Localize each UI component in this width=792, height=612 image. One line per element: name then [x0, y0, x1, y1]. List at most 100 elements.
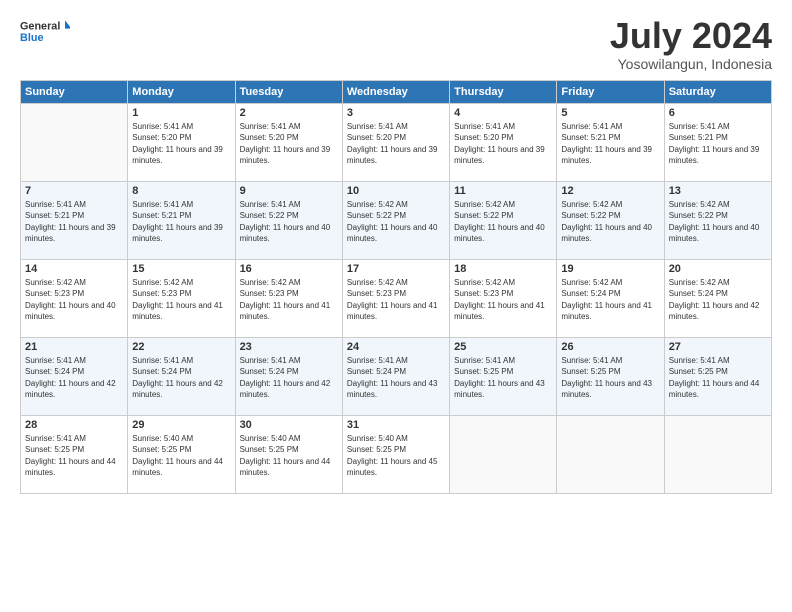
- day-number: 16: [240, 263, 338, 275]
- day-detail: Sunrise: 5:40 AMSunset: 5:25 PMDaylight:…: [347, 433, 445, 479]
- day-number: 13: [669, 185, 767, 197]
- calendar-week-5: 28 Sunrise: 5:41 AMSunset: 5:25 PMDayligh…: [21, 415, 772, 493]
- calendar-cell: 30Sunrise: 5:40 AMSunset: 5:25 PMDayligh…: [235, 415, 342, 493]
- header: General Blue July 2024 Yosowilangun, Ind…: [20, 16, 772, 72]
- calendar-cell: 28 Sunrise: 5:41 AMSunset: 5:25 PMDayligh…: [21, 415, 128, 493]
- day-number: 20: [669, 263, 767, 275]
- day-number: 12: [561, 185, 659, 197]
- day-number: 7: [25, 185, 123, 197]
- day-detail: Sunrise: 5:42 AMSunset: 5:24 PMDaylight:…: [669, 277, 767, 323]
- day-detail: Sunrise: 5:41 AMSunset: 5:25 PMDaylight:…: [25, 433, 123, 479]
- day-number: 22: [132, 341, 230, 353]
- day-number: 1: [132, 107, 230, 119]
- calendar-cell: [664, 415, 771, 493]
- day-detail: Sunrise: 5:41 AMSunset: 5:25 PMDaylight:…: [669, 355, 767, 401]
- calendar-cell: 9 Sunrise: 5:41 AMSunset: 5:22 PMDaylight…: [235, 181, 342, 259]
- calendar-week-2: 7 Sunrise: 5:41 AMSunset: 5:21 PMDaylight…: [21, 181, 772, 259]
- day-detail: Sunrise: 5:41 AMSunset: 5:20 PMDaylight:…: [347, 121, 445, 167]
- day-number: 14: [25, 263, 123, 275]
- calendar-cell: 20 Sunrise: 5:42 AMSunset: 5:24 PMDayligh…: [664, 259, 771, 337]
- day-detail: Sunrise: 5:40 AMSunset: 5:25 PMDaylight:…: [132, 433, 230, 479]
- day-detail: Sunrise: 5:41 AMSunset: 5:21 PMDaylight:…: [561, 121, 659, 167]
- calendar-cell: 1 Sunrise: 5:41 AMSunset: 5:20 PMDaylight…: [128, 103, 235, 181]
- day-detail: Sunrise: 5:41 AMSunset: 5:20 PMDaylight:…: [240, 121, 338, 167]
- day-number: 31: [347, 419, 445, 431]
- calendar-cell: 8Sunrise: 5:41 AMSunset: 5:21 PMDaylight…: [128, 181, 235, 259]
- day-detail: Sunrise: 5:41 AMSunset: 5:24 PMDaylight:…: [25, 355, 123, 401]
- day-detail: Sunrise: 5:42 AMSunset: 5:23 PMDaylight:…: [132, 277, 230, 323]
- calendar-cell: 22Sunrise: 5:41 AMSunset: 5:24 PMDayligh…: [128, 337, 235, 415]
- calendar-cell: 11 Sunrise: 5:42 AMSunset: 5:22 PMDayligh…: [450, 181, 557, 259]
- day-detail: Sunrise: 5:41 AMSunset: 5:20 PMDaylight:…: [132, 121, 230, 167]
- calendar-cell: 10Sunrise: 5:42 AMSunset: 5:22 PMDayligh…: [342, 181, 449, 259]
- day-detail: Sunrise: 5:42 AMSunset: 5:22 PMDaylight:…: [454, 199, 552, 245]
- day-detail: Sunrise: 5:42 AMSunset: 5:22 PMDaylight:…: [561, 199, 659, 245]
- day-number: 23: [240, 341, 338, 353]
- calendar-cell: 18 Sunrise: 5:42 AMSunset: 5:23 PMDayligh…: [450, 259, 557, 337]
- day-number: 21: [25, 341, 123, 353]
- calendar-table: Sunday Monday Tuesday Wednesday Thursday…: [20, 80, 772, 494]
- calendar-cell: 17 Sunrise: 5:42 AMSunset: 5:23 PMDayligh…: [342, 259, 449, 337]
- day-detail: Sunrise: 5:41 AMSunset: 5:20 PMDaylight:…: [454, 121, 552, 167]
- calendar-week-4: 21 Sunrise: 5:41 AMSunset: 5:24 PMDayligh…: [21, 337, 772, 415]
- day-number: 25: [454, 341, 552, 353]
- day-number: 18: [454, 263, 552, 275]
- calendar-cell: 4 Sunrise: 5:41 AMSunset: 5:20 PMDaylight…: [450, 103, 557, 181]
- day-detail: Sunrise: 5:41 AMSunset: 5:21 PMDaylight:…: [132, 199, 230, 245]
- day-detail: Sunrise: 5:41 AMSunset: 5:25 PMDaylight:…: [561, 355, 659, 401]
- calendar-cell: 6Sunrise: 5:41 AMSunset: 5:21 PMDaylight…: [664, 103, 771, 181]
- svg-text:Blue: Blue: [20, 32, 43, 44]
- calendar-cell: 27Sunrise: 5:41 AMSunset: 5:25 PMDayligh…: [664, 337, 771, 415]
- logo: General Blue: [20, 16, 70, 48]
- day-number: 11: [454, 185, 552, 197]
- day-detail: Sunrise: 5:42 AMSunset: 5:23 PMDaylight:…: [454, 277, 552, 323]
- day-number: 6: [669, 107, 767, 119]
- logo-svg: General Blue: [20, 16, 70, 48]
- col-monday: Monday: [128, 80, 235, 103]
- day-number: 17: [347, 263, 445, 275]
- day-number: 4: [454, 107, 552, 119]
- day-detail: Sunrise: 5:42 AMSunset: 5:23 PMDaylight:…: [347, 277, 445, 323]
- header-row: Sunday Monday Tuesday Wednesday Thursday…: [21, 80, 772, 103]
- calendar-cell: 15 Sunrise: 5:42 AMSunset: 5:23 PMDayligh…: [128, 259, 235, 337]
- calendar-cell: 19 Sunrise: 5:42 AMSunset: 5:24 PMDayligh…: [557, 259, 664, 337]
- day-detail: Sunrise: 5:41 AMSunset: 5:25 PMDaylight:…: [454, 355, 552, 401]
- day-detail: Sunrise: 5:42 AMSunset: 5:22 PMDaylight:…: [669, 199, 767, 245]
- calendar-cell: 23 Sunrise: 5:41 AMSunset: 5:24 PMDayligh…: [235, 337, 342, 415]
- day-number: 24: [347, 341, 445, 353]
- page: General Blue July 2024 Yosowilangun, Ind…: [0, 0, 792, 612]
- calendar-cell: [21, 103, 128, 181]
- calendar-cell: 26Sunrise: 5:41 AMSunset: 5:25 PMDayligh…: [557, 337, 664, 415]
- svg-text:General: General: [20, 21, 60, 33]
- calendar-cell: 25 Sunrise: 5:41 AMSunset: 5:25 PMDayligh…: [450, 337, 557, 415]
- day-number: 9: [240, 185, 338, 197]
- col-saturday: Saturday: [664, 80, 771, 103]
- calendar-cell: 7Sunrise: 5:41 AMSunset: 5:21 PMDaylight…: [21, 181, 128, 259]
- day-number: 15: [132, 263, 230, 275]
- calendar-cell: 31 Sunrise: 5:40 AMSunset: 5:25 PMDayligh…: [342, 415, 449, 493]
- day-detail: Sunrise: 5:42 AMSunset: 5:23 PMDaylight:…: [25, 277, 123, 323]
- calendar-cell: 16Sunrise: 5:42 AMSunset: 5:23 PMDayligh…: [235, 259, 342, 337]
- month-title: July 2024: [610, 16, 772, 56]
- calendar-week-3: 14 Sunrise: 5:42 AMSunset: 5:23 PMDayligh…: [21, 259, 772, 337]
- title-block: July 2024 Yosowilangun, Indonesia: [610, 16, 772, 72]
- calendar-cell: [450, 415, 557, 493]
- calendar-cell: 24 Sunrise: 5:41 AMSunset: 5:24 PMDayligh…: [342, 337, 449, 415]
- calendar-cell: 21 Sunrise: 5:41 AMSunset: 5:24 PMDayligh…: [21, 337, 128, 415]
- calendar-cell: [557, 415, 664, 493]
- col-friday: Friday: [557, 80, 664, 103]
- calendar-cell: 29Sunrise: 5:40 AMSunset: 5:25 PMDayligh…: [128, 415, 235, 493]
- calendar-week-1: 1 Sunrise: 5:41 AMSunset: 5:20 PMDaylight…: [21, 103, 772, 181]
- day-detail: Sunrise: 5:41 AMSunset: 5:24 PMDaylight:…: [347, 355, 445, 401]
- calendar-cell: 5 Sunrise: 5:41 AMSunset: 5:21 PMDaylight…: [557, 103, 664, 181]
- calendar-cell: 2 Sunrise: 5:41 AMSunset: 5:20 PMDaylight…: [235, 103, 342, 181]
- day-detail: Sunrise: 5:41 AMSunset: 5:22 PMDaylight:…: [240, 199, 338, 245]
- col-tuesday: Tuesday: [235, 80, 342, 103]
- day-detail: Sunrise: 5:41 AMSunset: 5:24 PMDaylight:…: [240, 355, 338, 401]
- day-number: 5: [561, 107, 659, 119]
- day-number: 28: [25, 419, 123, 431]
- calendar-cell: 3Sunrise: 5:41 AMSunset: 5:20 PMDaylight…: [342, 103, 449, 181]
- day-detail: Sunrise: 5:42 AMSunset: 5:24 PMDaylight:…: [561, 277, 659, 323]
- day-number: 2: [240, 107, 338, 119]
- day-number: 19: [561, 263, 659, 275]
